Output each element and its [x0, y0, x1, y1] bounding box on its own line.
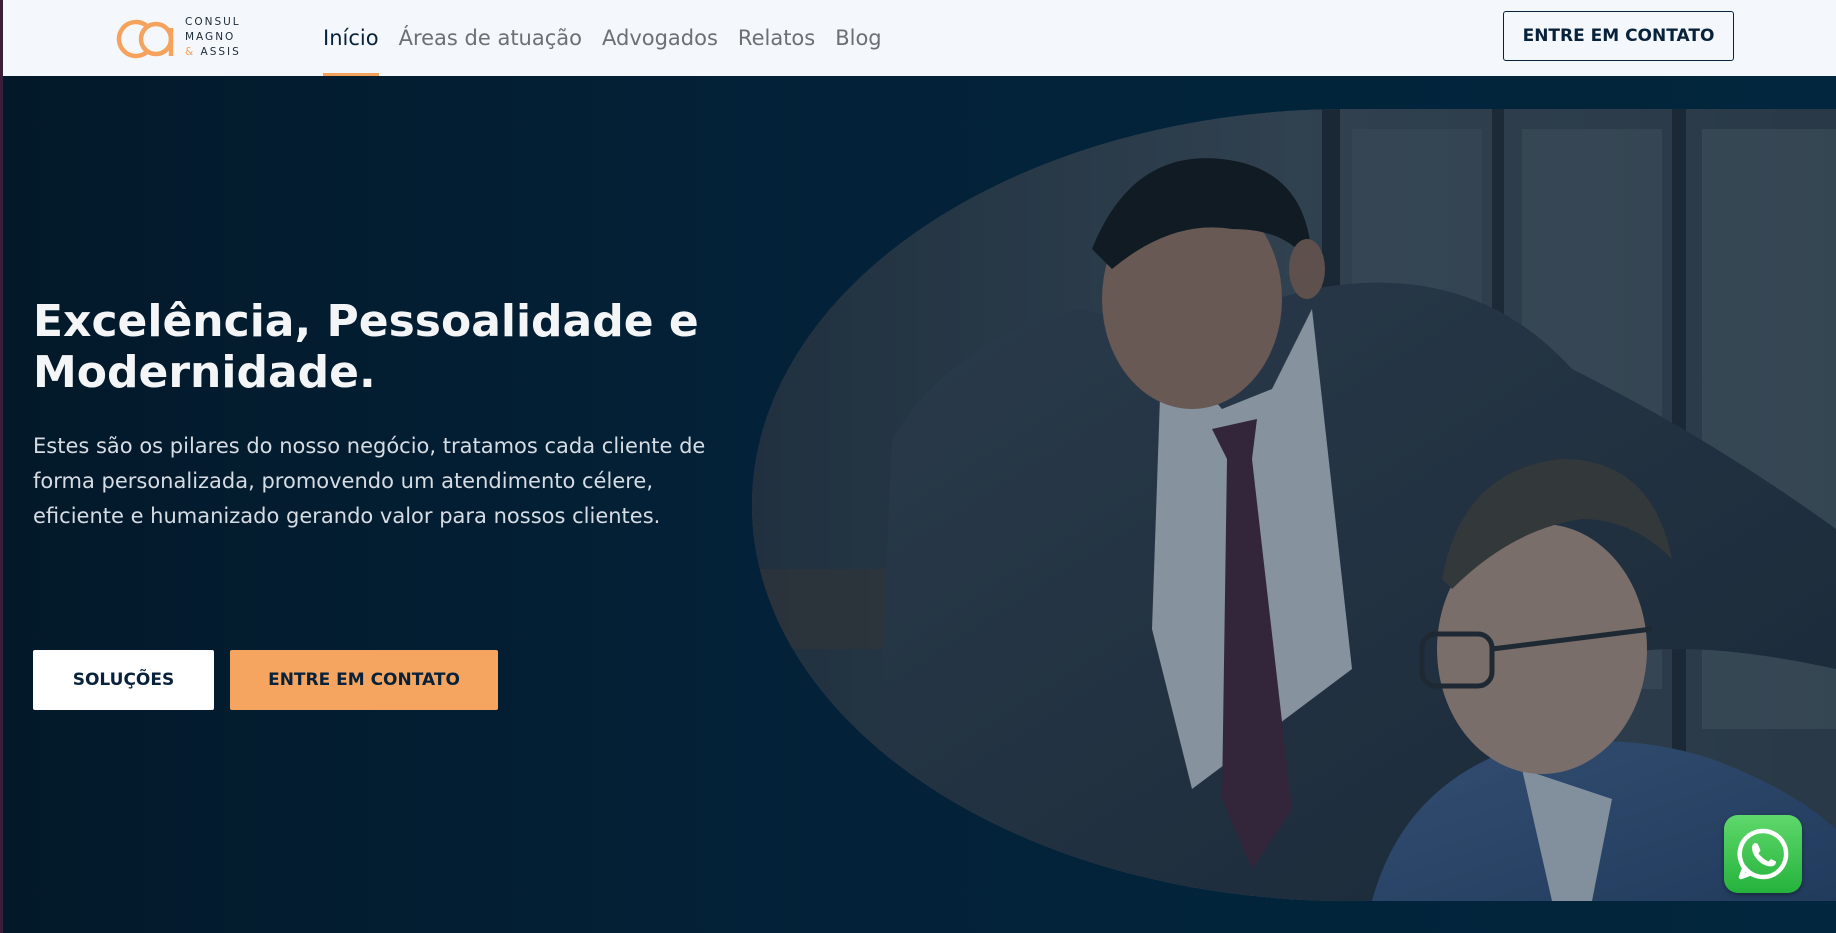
nav-item-areas-de-atuacao[interactable]: Áreas de atuação: [389, 0, 592, 76]
logo-mark-icon: [116, 19, 174, 59]
whatsapp-button[interactable]: [1724, 815, 1802, 893]
nav-item-inicio[interactable]: Início: [313, 0, 389, 76]
logo-line-2: MAGNO: [185, 30, 236, 43]
logo-text: CONSUL MAGNO & ASSIS: [185, 15, 241, 60]
header-contact-button[interactable]: ENTRE EM CONTATO: [1503, 11, 1734, 61]
photo-two-businessmen-icon: [752, 109, 1836, 901]
nav-item-relatos[interactable]: Relatos: [728, 0, 825, 76]
logo-line-1: CONSUL: [185, 15, 241, 28]
logo-line-3-text: ASSIS: [200, 45, 241, 58]
hero-section: Excelência, Pessoalidade e Modernidade. …: [3, 76, 1836, 933]
logo-line-3: & ASSIS: [185, 45, 241, 60]
nav-item-blog[interactable]: Blog: [825, 0, 891, 76]
hero-description: Estes são os pilares do nosso negócio, t…: [33, 434, 706, 528]
logo-ampersand: &: [185, 45, 196, 58]
nav-item-advogados[interactable]: Advogados: [592, 0, 728, 76]
hero-contact-button[interactable]: ENTRE EM CONTATO: [230, 650, 498, 710]
site-header: CONSUL MAGNO & ASSIS Início Áreas de atu…: [3, 0, 1836, 76]
hero-image: [752, 109, 1836, 901]
solutions-button[interactable]: SOLUÇÕES: [33, 650, 214, 710]
logo[interactable]: CONSUL MAGNO & ASSIS: [115, 12, 241, 62]
hero-title: Excelência, Pessoalidade e Modernidade.: [33, 296, 699, 398]
whatsapp-icon: [1737, 828, 1789, 880]
main-nav: Início Áreas de atuação Advogados Relato…: [313, 0, 892, 76]
